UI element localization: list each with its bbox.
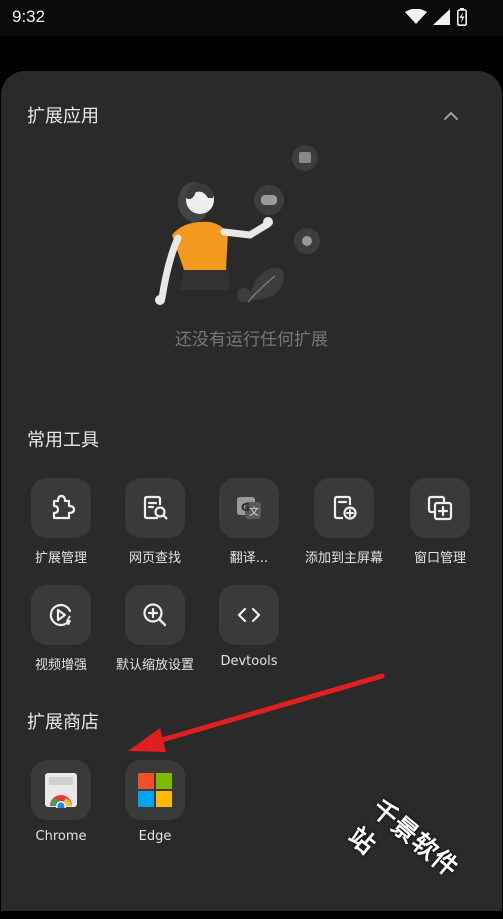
chrome-store-button[interactable]: [31, 760, 91, 820]
tool-devtools[interactable]: Devtools: [203, 585, 295, 669]
store-label: Chrome: [35, 829, 87, 844]
video-enhance-icon: [49, 603, 72, 627]
tool-translate[interactable]: G 文 翻译...: [203, 478, 295, 566]
add-to-home-button[interactable]: [314, 478, 374, 538]
tool-label: 视频增强: [34, 658, 87, 673]
chevron-up-icon[interactable]: [439, 104, 463, 128]
tool-label: 窗口管理: [413, 551, 466, 566]
extensions-section-title: 扩展应用: [27, 106, 99, 127]
add-to-home-icon: [333, 495, 357, 520]
code-icon: [237, 607, 261, 623]
battery-charging-icon: [457, 8, 467, 26]
tool-label: 添加到主屏幕: [304, 551, 383, 566]
status-icons: [405, 8, 467, 26]
page-search-icon: [143, 495, 168, 520]
edge-store-button[interactable]: [125, 760, 185, 820]
devtools-button[interactable]: [219, 585, 279, 645]
extension-manager-button[interactable]: [31, 478, 91, 538]
signal-icon: [433, 9, 450, 25]
status-bar: 9:32: [0, 0, 503, 36]
puzzle-icon: [52, 494, 76, 520]
tool-page-search[interactable]: 网页查找: [109, 478, 201, 566]
wifi-icon: [405, 9, 427, 24]
tool-extension-manager[interactable]: 扩展管理: [15, 478, 107, 566]
video-enhance-button[interactable]: [31, 585, 91, 645]
zoom-in-icon: [143, 603, 167, 627]
microsoft-icon: [138, 773, 172, 807]
tool-default-zoom[interactable]: 默认缩放设置: [109, 585, 201, 673]
tool-window-manager[interactable]: 窗口管理: [394, 478, 486, 566]
store-label: Edge: [138, 829, 172, 844]
tools-section-title: 常用工具: [27, 430, 99, 451]
window-add-icon: [427, 495, 453, 521]
tool-label: Devtools: [220, 654, 278, 669]
empty-state-text: 还没有运行任何扩展: [175, 330, 328, 350]
tool-label: 默认缩放设置: [115, 658, 194, 673]
translate-icon: G 文: [237, 497, 261, 519]
store-edge[interactable]: Edge: [109, 760, 201, 844]
page-search-button[interactable]: [125, 478, 185, 538]
store-chrome[interactable]: Chrome: [15, 760, 107, 844]
window-manager-button[interactable]: [410, 478, 470, 538]
status-time: 9:32: [12, 7, 46, 26]
translate-button[interactable]: G 文: [219, 478, 279, 538]
tool-label: 扩展管理: [34, 551, 87, 566]
store-section-title: 扩展商店: [27, 712, 99, 733]
tool-label: 翻译...: [229, 551, 269, 566]
chrome-icon: [45, 773, 77, 808]
tool-video-enhance[interactable]: 视频增强: [15, 585, 107, 673]
default-zoom-button[interactable]: [125, 585, 185, 645]
tool-label: 网页查找: [128, 551, 181, 566]
empty-state-illustration: [155, 145, 320, 305]
tool-add-to-home[interactable]: 添加到主屏幕: [298, 478, 390, 566]
svg-text:文: 文: [249, 505, 259, 518]
